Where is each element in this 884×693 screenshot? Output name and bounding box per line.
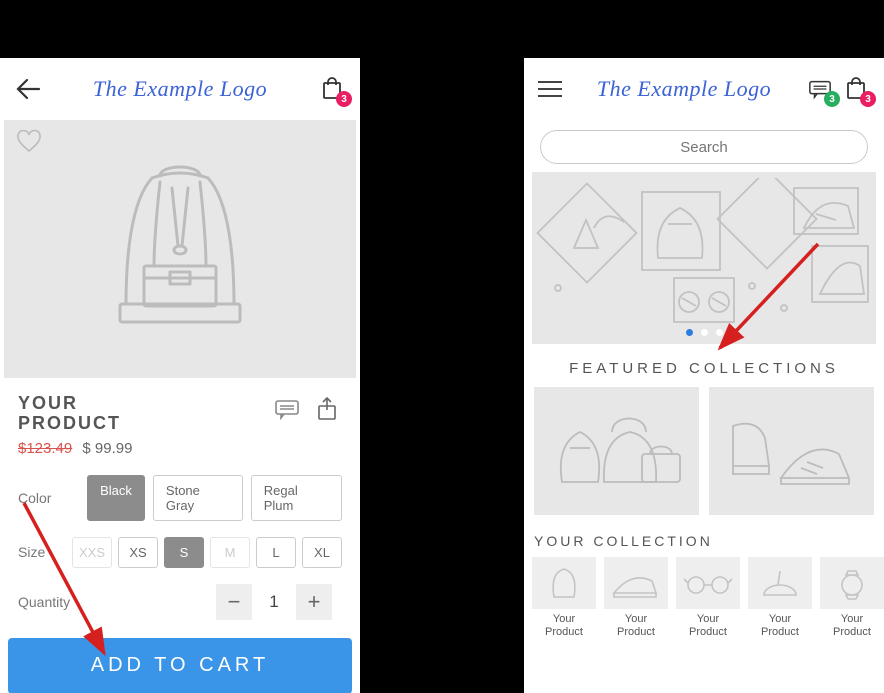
qty-increase-button[interactable]: + (296, 584, 332, 620)
color-row: Color BlackStone GrayRegal Plum (0, 467, 360, 529)
price-new: $ 99.99 (82, 440, 132, 457)
size-option-xs[interactable]: XS (118, 537, 158, 568)
product-name: YourProduct (748, 613, 812, 639)
carousel-dot-1[interactable] (686, 329, 693, 336)
quantity-row: Quantity − 1 + (0, 576, 360, 628)
color-label: Color (18, 490, 77, 506)
size-row: Size XXSXSSMLXL (0, 529, 360, 576)
product-title-line1: YOUR (18, 394, 262, 414)
carousel-dots (532, 329, 876, 336)
chat-badge: 3 (824, 91, 840, 107)
menu-button[interactable] (538, 81, 562, 97)
brand-logo: The Example Logo (570, 76, 798, 102)
size-option-m: M (210, 537, 250, 568)
product-info: YOUR PRODUCT $123.49 $ 99.99 (0, 380, 360, 467)
cart-button[interactable]: 3 (318, 75, 346, 103)
back-button[interactable] (14, 75, 42, 103)
cart-badge: 3 (860, 91, 876, 107)
product-card[interactable]: YourProduct (820, 557, 884, 639)
shoes-icon (717, 396, 867, 506)
featured-card-bags[interactable] (534, 387, 699, 515)
product-card[interactable]: YourProduct (676, 557, 740, 639)
size-option-s[interactable]: S (164, 537, 204, 568)
chat-button[interactable] (272, 394, 302, 424)
header: The Example Logo 3 (0, 58, 360, 120)
cart-button[interactable]: 3 (842, 75, 870, 103)
product-name: YourProduct (676, 613, 740, 639)
product-thumb-icon (532, 557, 596, 609)
qty-value: 1 (256, 592, 292, 612)
product-name: YourProduct (604, 613, 668, 639)
banner-artwork-icon (534, 178, 874, 338)
product-thumb-icon (748, 557, 812, 609)
product-name: YourProduct (532, 613, 596, 639)
header: The Example Logo 3 3 (524, 58, 884, 120)
featured-card-shoes[interactable] (709, 387, 874, 515)
product-thumb-icon (820, 557, 884, 609)
featured-title: FEATURED COLLECTIONS (524, 344, 884, 387)
qty-decrease-button[interactable]: − (216, 584, 252, 620)
product-card[interactable]: YourProduct (748, 557, 812, 639)
color-option-stone-gray[interactable]: Stone Gray (153, 475, 243, 521)
collection-products: YourProduct YourProduct YourProduct YourPro… (524, 557, 884, 639)
product-thumb-icon (604, 557, 668, 609)
collection-title: YOUR COLLECTION (524, 515, 884, 557)
product-card[interactable]: YourProduct (532, 557, 596, 639)
product-detail-screen: The Example Logo 3 YO (0, 58, 360, 693)
product-image (4, 120, 356, 380)
size-option-xxs: XXS (72, 537, 112, 568)
size-option-l[interactable]: L (256, 537, 296, 568)
chat-button[interactable]: 3 (806, 75, 834, 103)
quantity-label: Quantity (18, 594, 88, 610)
carousel-dot-3[interactable] (716, 329, 723, 336)
backpack-icon (100, 154, 260, 344)
product-name: YourProduct (820, 613, 884, 639)
product-thumb-icon (676, 557, 740, 609)
add-to-cart-button[interactable]: ADD TO CART (8, 638, 352, 693)
product-title-line2: PRODUCT (18, 414, 262, 434)
search-input[interactable] (540, 130, 868, 164)
color-option-regal-plum[interactable]: Regal Plum (251, 475, 342, 521)
featured-collections (524, 387, 884, 515)
cart-badge: 3 (336, 91, 352, 107)
hero-banner[interactable] (532, 172, 876, 344)
color-option-black[interactable]: Black (87, 475, 145, 521)
carousel-dot-2[interactable] (701, 329, 708, 336)
brand-logo: The Example Logo (50, 76, 310, 102)
favorite-button[interactable] (16, 130, 42, 159)
share-button[interactable] (312, 394, 342, 424)
size-label: Size (18, 544, 62, 560)
price-old: $123.49 (18, 440, 72, 457)
product-card[interactable]: YourProduct (604, 557, 668, 639)
size-option-xl[interactable]: XL (302, 537, 342, 568)
bags-icon (542, 396, 692, 506)
storefront-screen: The Example Logo 3 3 (524, 58, 884, 693)
